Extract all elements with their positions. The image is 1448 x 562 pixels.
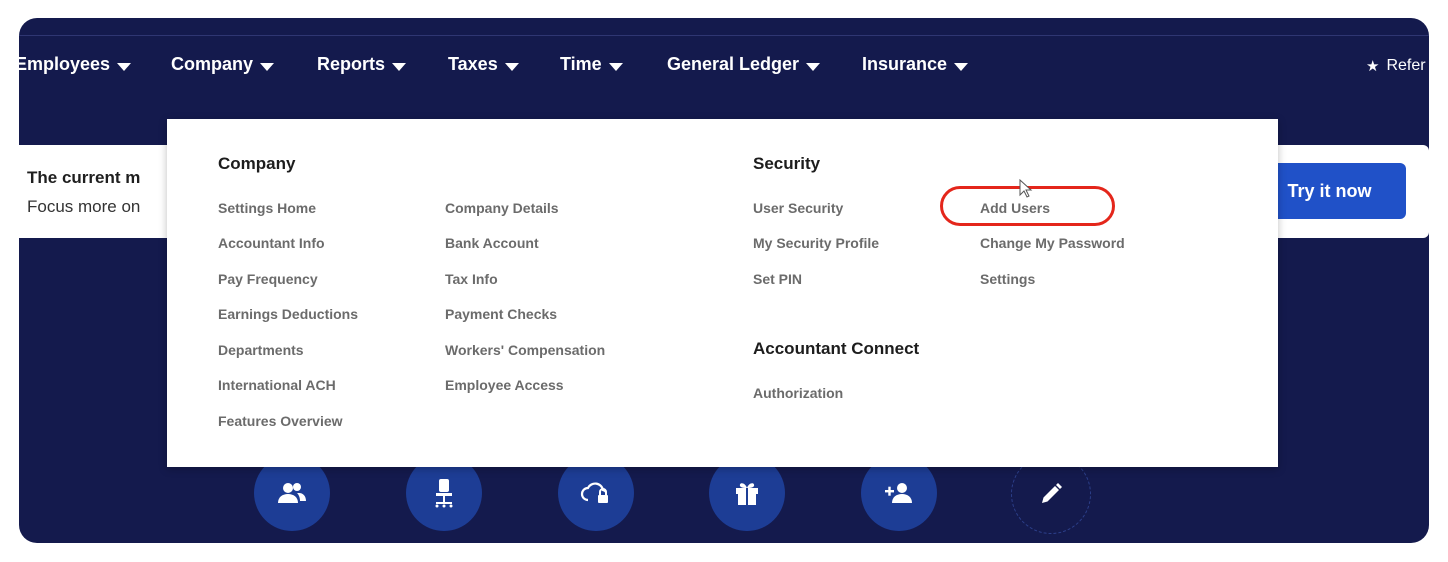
menu-change-my-password[interactable]: Change My Password	[980, 235, 1125, 251]
nav-time[interactable]: Time	[560, 54, 623, 75]
caret-down-icon	[954, 62, 969, 71]
menu-employee-access[interactable]: Employee Access	[445, 377, 564, 393]
cloud-lock-icon	[580, 482, 608, 503]
nav-employees[interactable]: Employees	[19, 54, 132, 75]
caret-down-icon	[117, 62, 132, 71]
menu-departments[interactable]: Departments	[218, 342, 304, 358]
star-icon: ★	[1366, 58, 1380, 75]
nav-label: Reports	[317, 54, 386, 74]
refer-link[interactable]: ★ Refer	[1366, 57, 1426, 75]
menu-workers-compensation[interactable]: Workers' Compensation	[445, 342, 605, 358]
menu-settings-home[interactable]: Settings Home	[218, 200, 316, 216]
banner-title: The current m	[27, 168, 141, 187]
caret-down-icon	[260, 62, 275, 71]
people-icon	[278, 483, 306, 503]
menu-accountant-info[interactable]: Accountant Info	[218, 235, 325, 251]
add-person-icon	[885, 483, 912, 503]
banner-subtitle: Focus more on	[27, 197, 141, 216]
security-section-title: Security	[753, 154, 821, 173]
nav-label: General Ledger	[667, 54, 800, 74]
caret-down-icon	[392, 62, 407, 71]
menu-bank-account[interactable]: Bank Account	[445, 235, 539, 251]
menu-authorization[interactable]: Authorization	[753, 385, 843, 401]
office-chair-icon	[435, 479, 453, 508]
nav-insurance[interactable]: Insurance	[862, 54, 969, 75]
menu-payment-checks[interactable]: Payment Checks	[445, 306, 557, 322]
menu-user-security[interactable]: User Security	[753, 200, 843, 216]
gift-icon	[736, 483, 758, 505]
mouse-cursor-icon	[1019, 179, 1033, 198]
nav-reports[interactable]: Reports	[317, 54, 407, 75]
menu-set-pin[interactable]: Set PIN	[753, 271, 802, 287]
menu-international-ach[interactable]: International ACH	[218, 377, 336, 393]
nav-company[interactable]: Company	[171, 54, 275, 75]
accountant-connect-section-title: Accountant Connect	[753, 339, 920, 358]
menu-pay-frequency[interactable]: Pay Frequency	[218, 271, 318, 287]
nav-label: Time	[560, 54, 602, 74]
menu-my-security-profile[interactable]: My Security Profile	[753, 235, 879, 251]
menu-security-settings[interactable]: Settings	[980, 271, 1035, 287]
menu-company-details[interactable]: Company Details	[445, 200, 559, 216]
caret-down-icon	[504, 62, 519, 71]
nav-label: Company	[171, 54, 254, 74]
nav-label: Taxes	[448, 54, 498, 74]
app-window: Employees Company Reports Taxes Time Gen…	[19, 18, 1429, 543]
menu-features-overview[interactable]: Features Overview	[218, 413, 343, 429]
company-section-title: Company	[218, 154, 296, 173]
caret-down-icon	[608, 62, 623, 71]
nav-taxes[interactable]: Taxes	[448, 54, 519, 75]
company-dropdown-menu: Company Settings Home Accountant Info Pa…	[167, 119, 1278, 467]
quick-actions	[19, 454, 1429, 543]
menu-tax-info[interactable]: Tax Info	[445, 271, 498, 287]
pencil-icon	[1042, 483, 1062, 503]
top-nav: Employees Company Reports Taxes Time Gen…	[19, 54, 1429, 84]
nav-label: Insurance	[862, 54, 948, 74]
nav-label: Employees	[19, 54, 111, 74]
refer-label: Refer	[1386, 57, 1426, 74]
header-divider	[19, 35, 1429, 36]
nav-general-ledger[interactable]: General Ledger	[667, 54, 821, 75]
caret-down-icon	[806, 62, 821, 71]
menu-earnings-deductions[interactable]: Earnings Deductions	[218, 306, 358, 322]
